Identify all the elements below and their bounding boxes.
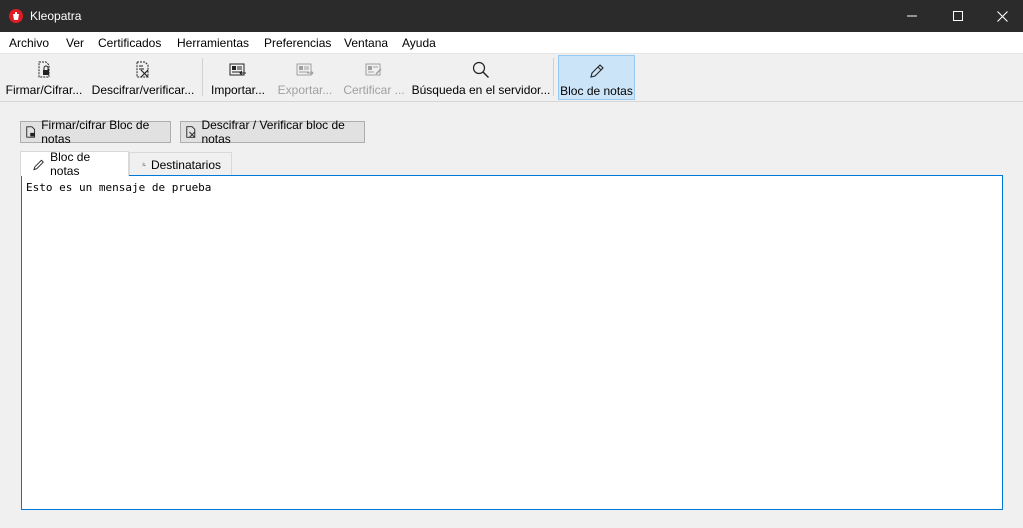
minimize-button[interactable] [889,0,935,32]
search-icon [472,61,489,78]
export-icon [296,63,314,76]
tab-notepad[interactable]: Bloc de notas [20,150,129,178]
sign-encrypt-notepad-label: Firmar/cifrar Bloc de notas [41,118,150,146]
pencil-icon [33,159,44,170]
kleopatra-icon [9,9,23,23]
decrypt-verify-label: Descifrar/verificar... [91,83,195,97]
maximize-button[interactable] [935,0,981,32]
notepad-editor[interactable]: Esto es un mensaje de prueba [21,175,1003,510]
menu-ayuda[interactable]: Ayuda [402,36,436,50]
pencil-icon [589,64,604,78]
lookup-server-label: Búsqueda en el servidor... [411,83,551,97]
menu-preferencias[interactable]: Preferencias [264,36,331,50]
window-title: Kleopatra [30,9,82,23]
notepad-textarea[interactable]: Esto es un mensaje de prueba [22,176,1002,509]
maximize-icon [953,11,963,21]
menu-certificados[interactable]: Certificados [98,36,161,50]
import-label: Importar... [210,83,266,97]
import-icon [229,63,246,76]
tab-recipients[interactable]: Destinatarios [129,152,232,176]
title-bar: Kleopatra [0,0,1023,32]
sign-encrypt-label: Firmar/Cifrar... [5,83,83,97]
sign-encrypt-button[interactable]: Firmar/Cifrar... [4,55,84,100]
tab-recipients-label: Destinatarios [150,157,221,172]
toolbar-separator [553,58,554,96]
notepad-label: Bloc de notas [560,84,633,98]
sign-encrypt-icon [26,126,36,138]
close-icon [996,10,1008,22]
menu-bar: Archivo Ver Certificados Herramientas Pr… [0,32,1023,54]
sign-encrypt-icon [38,61,50,78]
menu-archivo[interactable]: Archivo [9,36,49,50]
certify-icon [365,63,382,76]
menu-herramientas[interactable]: Herramientas [177,36,249,50]
notepad-button[interactable]: Bloc de notas [558,55,635,100]
menu-ventana[interactable]: Ventana [344,36,388,50]
tab-notepad-label: Bloc de notas [50,150,91,178]
close-button[interactable] [979,0,1023,32]
toolbar-separator [202,58,203,96]
decrypt-verify-notepad-button[interactable]: Descifrar / Verificar bloc de notas [180,118,365,146]
decrypt-verify-icon [186,126,196,138]
decrypt-verify-button[interactable]: Descifrar/verificar... [92,55,194,100]
import-button[interactable]: Importar... [208,55,268,100]
lookup-server-button[interactable]: Búsqueda en el servidor... [411,55,551,100]
export-label: Exportar... [277,83,333,97]
certify-label: Certificar ... [343,83,405,97]
add-user-icon [142,162,146,167]
menu-ver[interactable]: Ver [66,36,84,50]
decrypt-verify-notepad-label: Descifrar / Verificar bloc de notas [201,118,345,146]
minimize-icon [907,15,917,17]
toolbar: Firmar/Cifrar... Descifrar/verificar... … [0,54,1023,102]
sign-encrypt-notepad-button[interactable]: Firmar/cifrar Bloc de notas [20,118,171,146]
export-button[interactable]: Exportar... [274,55,336,100]
decrypt-verify-icon [136,61,149,78]
certify-button[interactable]: Certificar ... [342,55,406,100]
